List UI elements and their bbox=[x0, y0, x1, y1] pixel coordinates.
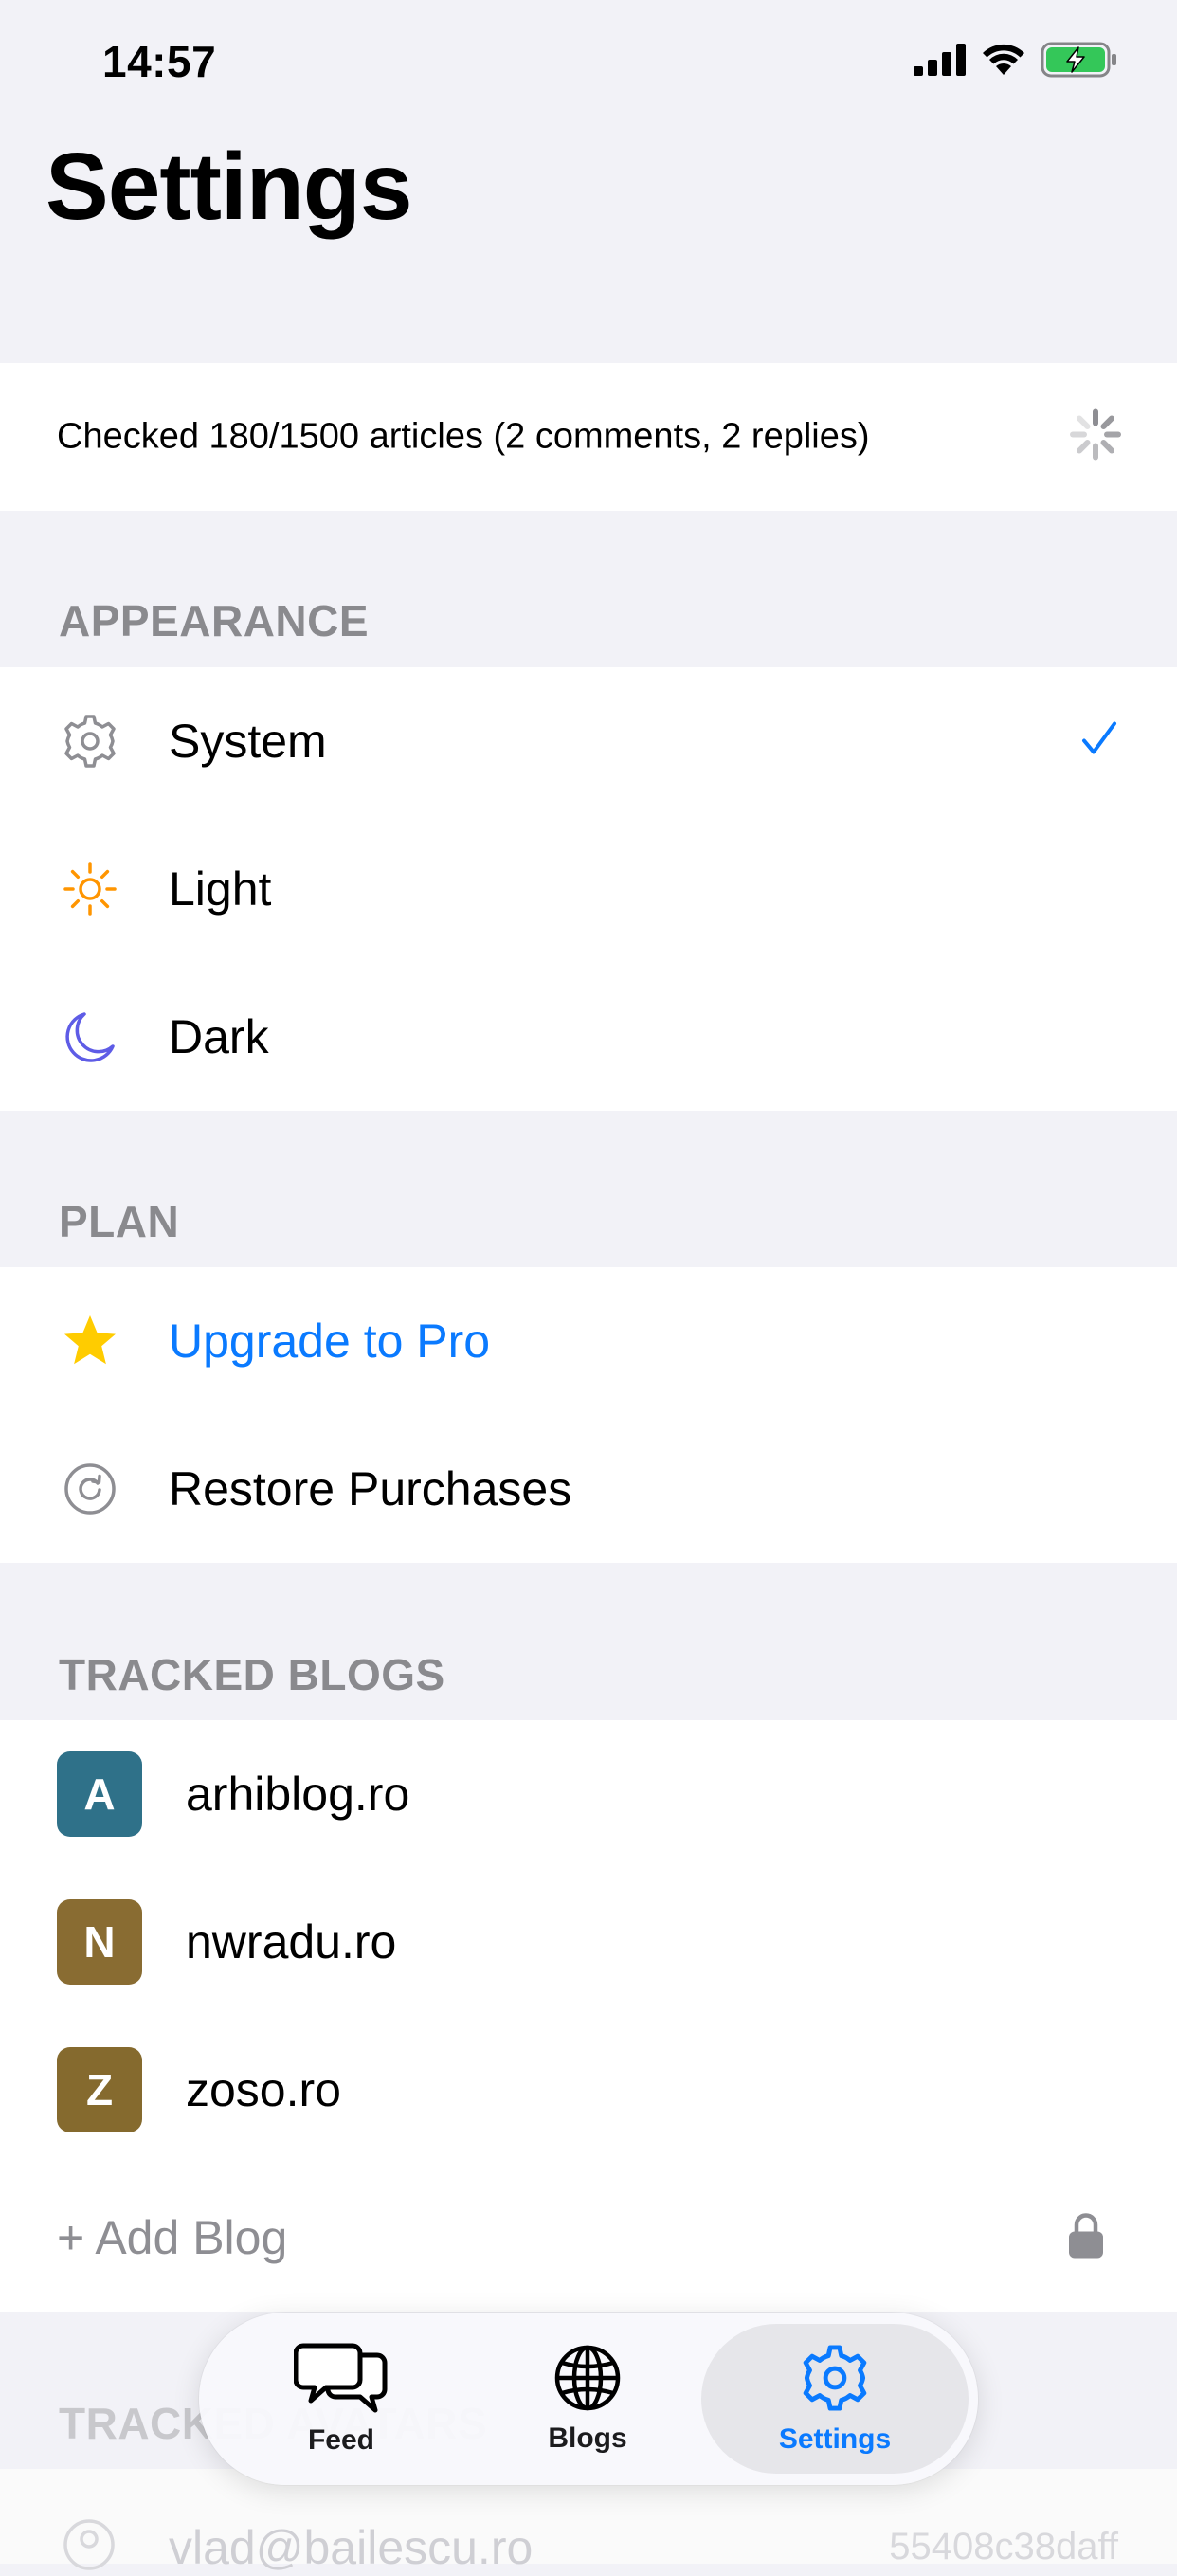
status-bar: 14:57 bbox=[0, 0, 1177, 125]
appearance-option-label: Dark bbox=[169, 1010, 269, 1063]
status-time: 14:57 bbox=[102, 37, 217, 86]
add-blog-label: + Add Blog bbox=[57, 2211, 288, 2264]
gear-icon bbox=[59, 710, 121, 772]
gear-icon bbox=[800, 2343, 870, 2418]
tab-blogs-label: Blogs bbox=[548, 2422, 627, 2454]
sun-icon bbox=[59, 858, 121, 920]
tab-bar: Feed Blogs Settings bbox=[199, 2313, 978, 2485]
article-check-progress: Checked 180/1500 articles (2 comments, 2… bbox=[0, 363, 1177, 511]
appearance-section-header: APPEARANCE bbox=[59, 596, 370, 645]
blog-avatar: A bbox=[57, 1751, 142, 1837]
tab-feed-label: Feed bbox=[307, 2423, 375, 2456]
tracked-blogs-list: A arhiblog.ro N nwradu.ro Z zoso.ro + Ad… bbox=[0, 1720, 1177, 2312]
wifi-icon bbox=[980, 43, 1027, 82]
appearance-option-dark[interactable]: Dark bbox=[0, 963, 1177, 1111]
cellular-signal-icon bbox=[914, 44, 967, 81]
star-icon bbox=[59, 1310, 121, 1372]
appearance-option-light[interactable]: Light bbox=[0, 815, 1177, 963]
blog-name: arhiblog.ro bbox=[186, 1768, 410, 1821]
restore-purchases-button[interactable]: Restore Purchases bbox=[0, 1415, 1177, 1563]
appearance-option-system[interactable]: System bbox=[0, 667, 1177, 815]
blog-name: zoso.ro bbox=[186, 2063, 341, 2116]
blog-avatar: Z bbox=[57, 2047, 142, 2132]
appearance-list: System Light Dark bbox=[0, 667, 1177, 1111]
loading-spinner-icon bbox=[1067, 407, 1124, 468]
battery-charging-icon bbox=[1041, 42, 1118, 82]
status-icons bbox=[914, 42, 1118, 82]
checkmark-icon bbox=[1080, 720, 1118, 763]
tracked-blog-row[interactable]: Z zoso.ro bbox=[0, 2016, 1177, 2164]
restore-purchases-label: Restore Purchases bbox=[169, 1462, 572, 1515]
avatar-email: vlad@bailescu.ro bbox=[169, 2521, 534, 2574]
upgrade-to-pro-label: Upgrade to Pro bbox=[169, 1315, 491, 1368]
appearance-option-label: System bbox=[169, 715, 327, 768]
progress-text: Checked 180/1500 articles (2 comments, 2… bbox=[57, 416, 870, 457]
appearance-option-label: Light bbox=[169, 862, 272, 916]
tracked-blog-row[interactable]: A arhiblog.ro bbox=[0, 1720, 1177, 1868]
upgrade-to-pro-button[interactable]: Upgrade to Pro bbox=[0, 1267, 1177, 1415]
tracked-blogs-section-header: TRACKED BLOGS bbox=[59, 1650, 445, 1699]
page-title: Settings bbox=[45, 134, 412, 240]
tab-blogs[interactable]: Blogs bbox=[483, 2324, 692, 2474]
moon-icon bbox=[59, 1006, 121, 1068]
chat-bubbles-icon bbox=[293, 2342, 389, 2419]
restore-icon bbox=[59, 1458, 121, 1520]
tab-settings[interactable]: Settings bbox=[701, 2324, 969, 2474]
tab-settings-label: Settings bbox=[778, 2422, 892, 2455]
tab-feed[interactable]: Feed bbox=[237, 2324, 445, 2474]
lock-icon bbox=[1067, 2212, 1105, 2264]
plan-list: Upgrade to Pro Restore Purchases bbox=[0, 1267, 1177, 1563]
globe-icon bbox=[553, 2344, 622, 2417]
plan-section-header: PLAN bbox=[59, 1197, 180, 1246]
blog-avatar: N bbox=[57, 1899, 142, 1985]
blog-name: nwradu.ro bbox=[186, 1915, 397, 1968]
tracked-blog-row[interactable]: N nwradu.ro bbox=[0, 1868, 1177, 2016]
add-blog-button[interactable]: + Add Blog bbox=[0, 2164, 1177, 2312]
